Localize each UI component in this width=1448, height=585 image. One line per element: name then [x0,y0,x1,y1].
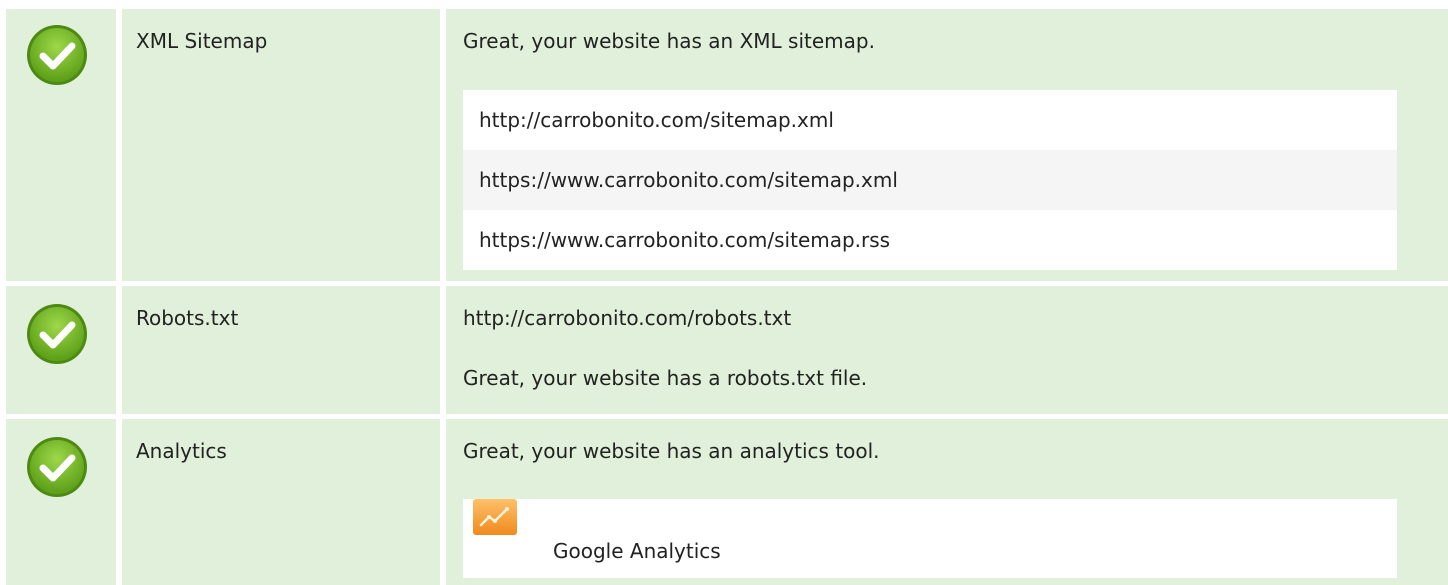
list-item: http://carrobonito.com/sitemap.xml [479,108,834,132]
detail-cell-analytics: Great, your website has an analytics too… [446,419,1448,585]
analytics-tool-item: Google Analytics [463,499,1397,578]
seo-checklist: XML Sitemap Great, your website has an X… [0,0,1448,585]
check-circle-icon [27,437,87,497]
status-cell-analytics [6,419,116,585]
list-item: https://www.carrobonito.com/sitemap.xml [463,150,1397,210]
status-message: Great, your website has an XML sitemap. [463,29,875,53]
list-item: https://www.carrobonito.com/sitemap.rss [479,228,891,252]
google-analytics-icon [473,499,517,535]
check-circle-icon [27,25,87,85]
robots-url: http://carrobonito.com/robots.txt [463,306,792,330]
row-label: Robots.txt [136,306,239,330]
status-message: Great, your website has a robots.txt fil… [463,366,868,390]
detail-cell-robots: http://carrobonito.com/robots.txt Great,… [446,286,1448,414]
label-cell-robots: Robots.txt [122,286,440,414]
row-label: Analytics [136,439,227,463]
detail-cell-xml-sitemap: Great, your website has an XML sitemap. … [446,9,1448,281]
label-cell-xml-sitemap: XML Sitemap [122,9,440,281]
check-circle-icon [27,304,87,364]
analytics-tool-name: Google Analytics [553,539,721,563]
status-cell-robots [6,286,116,414]
status-cell-xml-sitemap [6,9,116,281]
sitemap-url-list: http://carrobonito.com/sitemap.xml https… [463,90,1397,270]
status-message: Great, your website has an analytics too… [463,439,880,463]
row-label: XML Sitemap [136,29,268,53]
label-cell-analytics: Analytics [122,419,440,585]
